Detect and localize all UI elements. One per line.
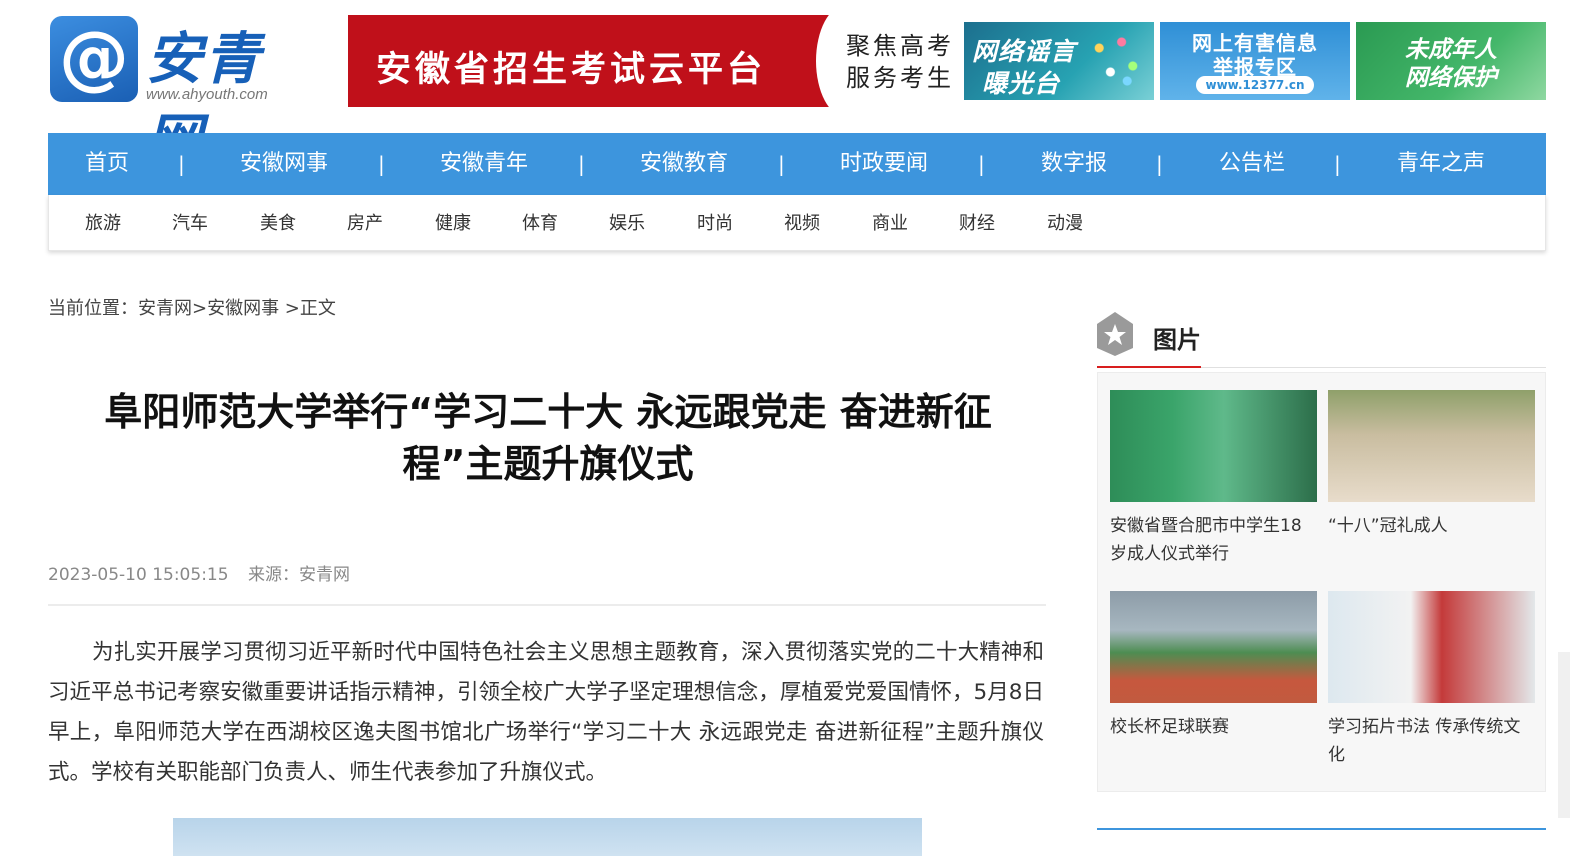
subnav-item-finance[interactable]: 财经: [959, 195, 995, 251]
harmful-info-report-banner[interactable]: 网上有害信息 举报专区 www.12377.cn: [1160, 22, 1350, 100]
subnav-item-business[interactable]: 商业: [872, 195, 908, 251]
sidebar-header: 图片: [1097, 310, 1546, 368]
nav-separator: |: [178, 152, 185, 176]
network-dots-icon: [1088, 30, 1144, 90]
subnav-item-auto[interactable]: 汽车: [172, 195, 208, 251]
subnav-item-fashion[interactable]: 时尚: [697, 195, 733, 251]
subnav-item-travel[interactable]: 旅游: [85, 195, 121, 251]
nav-item-digital-paper[interactable]: 数字报: [1041, 133, 1107, 195]
promo-url: www.12377.cn: [1196, 76, 1314, 94]
photo-caption[interactable]: 校长杯足球联赛: [1110, 713, 1317, 741]
photo-thumbnail[interactable]: [1328, 390, 1535, 502]
banner-curve-decoration: [816, 15, 836, 107]
photo-thumbnail[interactable]: [1328, 591, 1535, 703]
exam-platform-banner[interactable]: 安徽省招生考试云平台: [348, 15, 836, 107]
at-logo-icon: @: [50, 16, 138, 102]
nav-item-bulletin[interactable]: 公告栏: [1219, 133, 1285, 195]
subnav-item-sports[interactable]: 体育: [522, 195, 558, 251]
nav-separator: |: [1156, 152, 1163, 176]
photo-panel: 安徽省暨合肥市中学生18岁成人仪式举行 “十八”冠礼成人 校长杯足球联赛 学习拓…: [1097, 372, 1546, 792]
sub-nav: 旅游 汽车 美食 房产 健康 体育 娱乐 时尚 视频 商业 财经 动漫: [48, 195, 1546, 251]
article-source: 来源：安青网: [247, 565, 350, 585]
nav-separator: |: [1334, 152, 1341, 176]
photo-caption[interactable]: 安徽省暨合肥市中学生18岁成人仪式举行: [1110, 512, 1317, 568]
subnav-item-entertainment[interactable]: 娱乐: [609, 195, 645, 251]
sidebar-title: 图片: [1153, 326, 1201, 354]
sidebar-section-divider: [1097, 828, 1546, 830]
nav-item-home[interactable]: 首页: [85, 133, 129, 195]
nav-item-anhui-youth[interactable]: 安徽青年: [440, 133, 528, 195]
article-divider: [48, 604, 1046, 606]
exam-banner-text: 安徽省招生考试云平台: [376, 50, 767, 90]
exam-banner-slogan[interactable]: 聚焦高考 服务考生: [846, 30, 956, 94]
nav-separator: |: [378, 152, 385, 176]
promo-line-2: 曝光台: [982, 69, 1061, 98]
sidebar-header-accent: [1097, 366, 1201, 368]
slogan-line-1: 聚焦高考: [846, 32, 954, 60]
star-badge-icon: [1097, 312, 1133, 356]
site-header: @ 安青网 www.ahyouth.com 安徽省招生考试云平台 聚焦高考 服务…: [0, 0, 1570, 173]
breadcrumb[interactable]: 当前位置：安青网>安徽网事 >正文: [48, 294, 336, 320]
nav-separator: |: [978, 152, 985, 176]
subnav-item-health[interactable]: 健康: [435, 195, 471, 251]
subnav-item-video[interactable]: 视频: [784, 195, 820, 251]
photo-caption[interactable]: “十八”冠礼成人: [1328, 512, 1535, 540]
logo-url: www.ahyouth.com: [146, 86, 268, 103]
article-meta: 2023-05-10 15:05:15 来源：安青网: [48, 560, 364, 585]
subnav-item-anime[interactable]: 动漫: [1047, 195, 1083, 251]
photo-thumbnail[interactable]: [1110, 390, 1317, 502]
subnav-item-food[interactable]: 美食: [260, 195, 296, 251]
article-date: 2023-05-10 15:05:15: [48, 565, 229, 585]
scrollbar-track[interactable]: [1558, 652, 1570, 818]
main-nav: 首页 | 安徽网事 | 安徽青年 | 安徽教育 | 时政要闻 | 数字报 | 公…: [48, 133, 1546, 195]
rumor-exposure-banner[interactable]: 网络谣言 曝光台: [964, 22, 1154, 100]
site-logo[interactable]: @ 安青网 www.ahyouth.com: [48, 14, 310, 173]
subnav-item-realestate[interactable]: 房产: [347, 195, 383, 251]
minor-protection-banner[interactable]: 未成年人 网络保护: [1356, 22, 1546, 100]
nav-item-anhui-news[interactable]: 安徽网事: [240, 133, 328, 195]
article-paragraph: 为扎实开展学习贯彻习近平新时代中国特色社会主义思想主题教育，深入贯彻落实党的二十…: [48, 640, 1044, 785]
nav-item-anhui-education[interactable]: 安徽教育: [640, 133, 728, 195]
slogan-line-2: 服务考生: [846, 64, 954, 92]
nav-separator: |: [578, 152, 585, 176]
article-photo: [173, 818, 922, 856]
promo-line-2: 网络保护: [1405, 65, 1497, 91]
nav-separator: |: [778, 152, 785, 176]
photo-caption[interactable]: 学习拓片书法 传承传统文化: [1328, 713, 1535, 769]
promo-line-1: 网络谣言: [972, 37, 1077, 66]
article-title: 阜阳师范大学举行“学习二十大 永远跟党走 奋进新征程”主题升旗仪式: [104, 390, 992, 486]
nav-item-youth-voice[interactable]: 青年之声: [1397, 133, 1485, 195]
nav-item-politics[interactable]: 时政要闻: [840, 133, 928, 195]
photo-thumbnail[interactable]: [1110, 591, 1317, 703]
